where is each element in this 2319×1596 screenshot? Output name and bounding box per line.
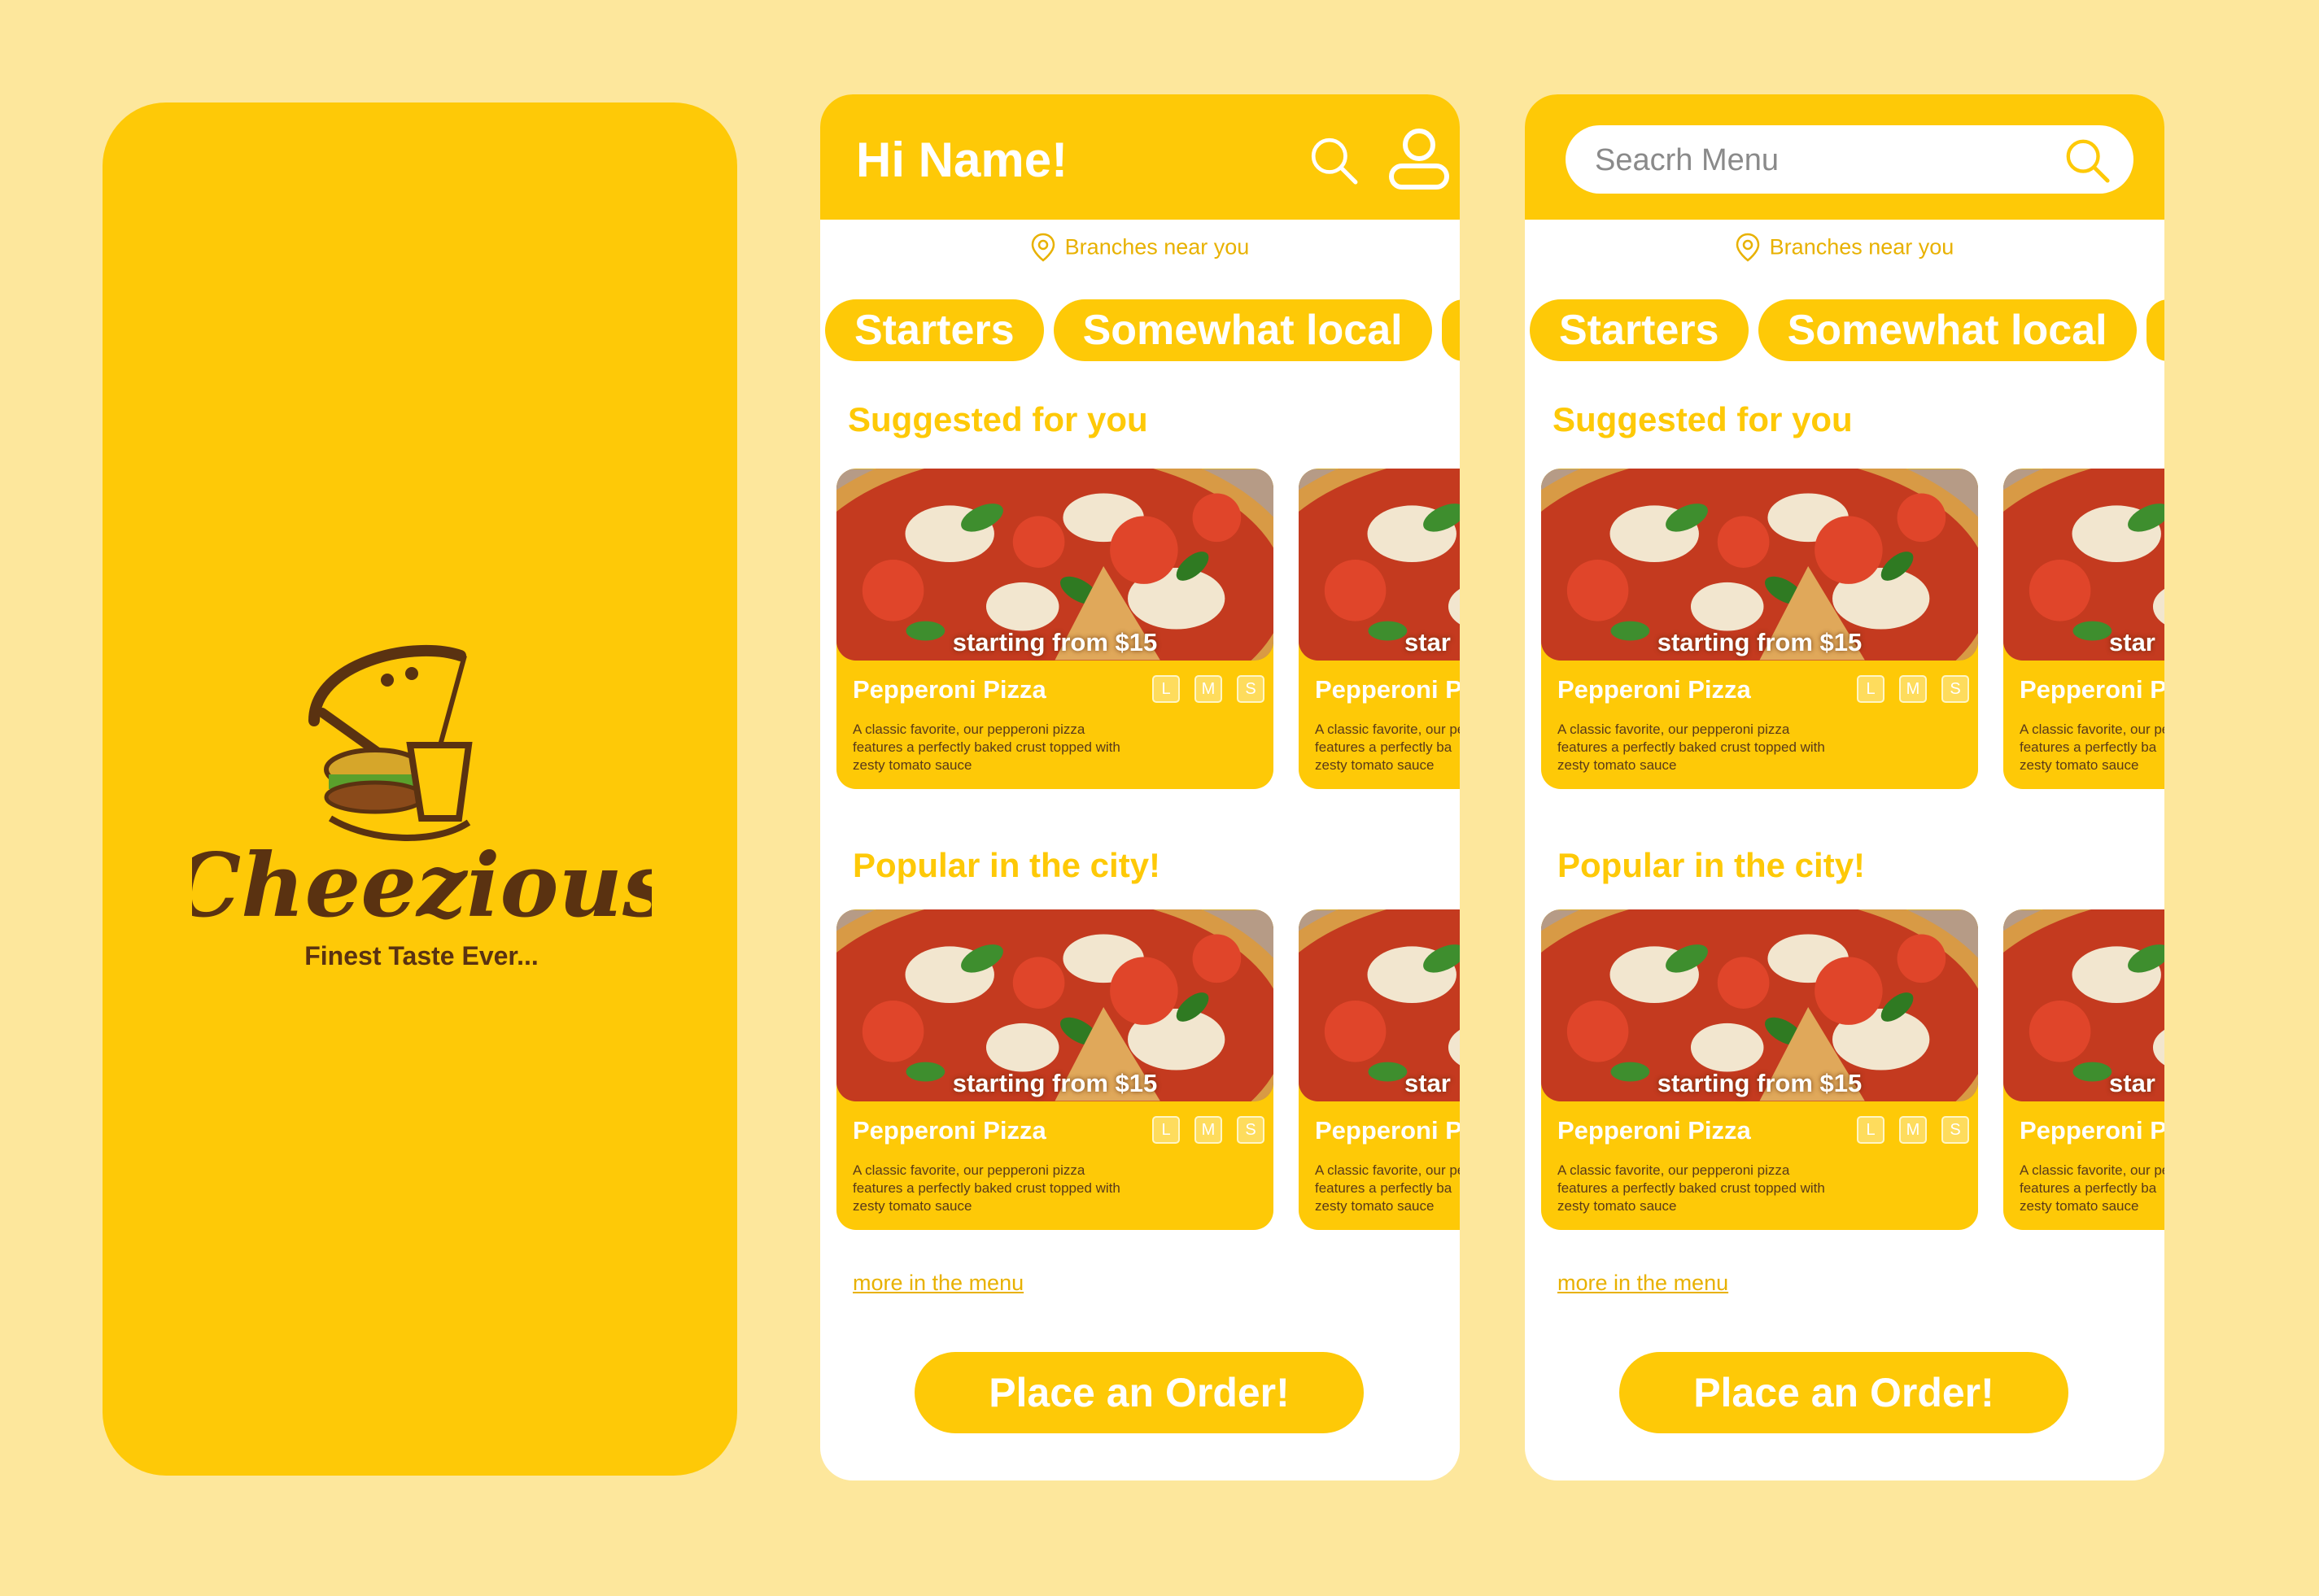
product-name: Pepperoni Pizza <box>853 675 1046 704</box>
logo-wordmark: Cheezious <box>192 835 652 937</box>
section-title-suggested: Suggested for you <box>1553 400 1853 438</box>
promo-text: star <box>1404 628 1451 656</box>
search-icon[interactable] <box>1308 135 1359 185</box>
size-m[interactable]: M <box>1194 1116 1222 1144</box>
home-screen: Hi Name! Branches near you Starters Somew… <box>820 94 1460 1480</box>
size-l[interactable]: L <box>1857 675 1884 703</box>
size-s[interactable]: S <box>1941 675 1969 703</box>
place-order-button[interactable]: Place an Order! <box>915 1352 1364 1433</box>
home-header: Hi Name! <box>820 94 1460 220</box>
branches-label: Branches near you <box>1769 234 1954 259</box>
product-name: Pepperoni P <box>1315 675 1460 704</box>
size-m[interactable]: M <box>1899 675 1927 703</box>
promo-text: star <box>1404 1069 1451 1097</box>
branches-near-you[interactable]: Branches near you <box>820 233 1460 273</box>
product-card[interactable]: starting from $15 Pepperoni Pizza LMS A … <box>1541 909 1978 1230</box>
cheezious-logo: Cheezious Finest Taste Ever... <box>171 631 672 973</box>
location-pin-icon <box>1031 233 1055 262</box>
product-description: A classic favorite, our pe features a per… <box>2020 722 2164 773</box>
chip-starters[interactable]: Starters <box>825 299 1044 361</box>
promo-text: star <box>2109 1069 2155 1097</box>
promo-text: starting from $15 <box>1657 628 1863 656</box>
product-card[interactable]: star Pepperoni P A classic favorite, our… <box>2003 469 2164 789</box>
search-header: Seacrh Menu <box>1525 94 2164 220</box>
product-description: A classic favorite, our pepperoni pizza f… <box>853 1162 1120 1214</box>
product-description: A classic favorite, our pepperoni pizza f… <box>853 722 1120 773</box>
size-options: LMS <box>1152 675 1273 703</box>
promo-text: starting from $15 <box>1657 1069 1863 1097</box>
product-name: Pepperoni P <box>2020 675 2164 704</box>
product-name: Pepperoni P <box>1315 1116 1460 1145</box>
promo-text: star <box>2109 628 2155 656</box>
size-m[interactable]: M <box>1194 675 1222 703</box>
section-title-popular: Popular in the city! <box>853 846 1161 884</box>
size-m[interactable]: M <box>1899 1116 1927 1144</box>
product-description: A classic favorite, our pe features a per… <box>2020 1162 2164 1214</box>
size-options: LMS <box>1857 1116 1978 1144</box>
size-l[interactable]: L <box>1152 1116 1180 1144</box>
menu-search-input[interactable]: Seacrh Menu <box>1566 125 2133 194</box>
product-card[interactable]: starting from $15 Pepperoni Pizza LMS A … <box>836 909 1273 1230</box>
branches-label: Branches near you <box>1064 234 1250 259</box>
location-pin-icon <box>1736 233 1760 262</box>
search-screen: Seacrh Menu Branches near you Starters So… <box>1525 94 2164 1480</box>
product-name: Pepperoni Pizza <box>1557 1116 1751 1145</box>
product-description: A classic favorite, our pe features a per… <box>1315 1162 1460 1214</box>
chip-more[interactable] <box>2146 299 2164 361</box>
product-name: Pepperoni Pizza <box>1557 675 1751 704</box>
product-name: Pepperoni P <box>2020 1116 2164 1145</box>
size-s[interactable]: S <box>1941 1116 1969 1144</box>
product-card[interactable]: starting from $15 Pepperoni Pizza LMS A … <box>1541 469 1978 789</box>
product-card[interactable]: star Pepperoni P A classic favorite, our… <box>1299 469 1460 789</box>
size-options: LMS <box>1152 1116 1273 1144</box>
product-description: A classic favorite, our pepperoni pizza f… <box>1557 722 1825 773</box>
product-description: A classic favorite, our pepperoni pizza f… <box>1557 1162 1825 1214</box>
promo-text: starting from $15 <box>952 1069 1158 1097</box>
size-s[interactable]: S <box>1237 675 1264 703</box>
size-l[interactable]: L <box>1152 675 1180 703</box>
category-chips: Starters Somewhat local <box>1530 299 2164 363</box>
user-icon[interactable] <box>1387 125 1452 192</box>
chip-starters[interactable]: Starters <box>1530 299 1749 361</box>
more-in-menu-link[interactable]: more in the menu <box>1557 1271 1728 1296</box>
place-order-button[interactable]: Place an Order! <box>1619 1352 2068 1433</box>
product-card[interactable]: star Pepperoni P A classic favorite, our… <box>1299 909 1460 1230</box>
category-chips: Starters Somewhat local <box>825 299 1460 363</box>
chip-somewhat-local[interactable]: Somewhat local <box>1053 299 1432 361</box>
branches-near-you[interactable]: Branches near you <box>1525 233 2164 273</box>
more-in-menu-link[interactable]: more in the menu <box>853 1271 1024 1296</box>
product-card[interactable]: starting from $15 Pepperoni Pizza LMS A … <box>836 469 1273 789</box>
product-description: A classic favorite, our pe features a per… <box>1315 722 1460 773</box>
splash-screen: Cheezious Finest Taste Ever... <box>103 102 737 1476</box>
product-card[interactable]: star Pepperoni P A classic favorite, our… <box>2003 909 2164 1230</box>
size-s[interactable]: S <box>1237 1116 1264 1144</box>
chip-somewhat-local[interactable]: Somewhat local <box>1758 299 2137 361</box>
chip-more[interactable] <box>1441 299 1460 361</box>
section-title-suggested: Suggested for you <box>848 400 1148 438</box>
search-icon[interactable] <box>2064 137 2111 184</box>
size-l[interactable]: L <box>1857 1116 1884 1144</box>
promo-text: starting from $15 <box>952 628 1158 656</box>
search-placeholder: Seacrh Menu <box>1595 143 1780 177</box>
greeting-title: Hi Name! <box>856 133 1068 187</box>
product-name: Pepperoni Pizza <box>853 1116 1046 1145</box>
section-title-popular: Popular in the city! <box>1557 846 1866 884</box>
logo-tagline: Finest Taste Ever... <box>304 941 539 970</box>
size-options: LMS <box>1857 675 1978 703</box>
